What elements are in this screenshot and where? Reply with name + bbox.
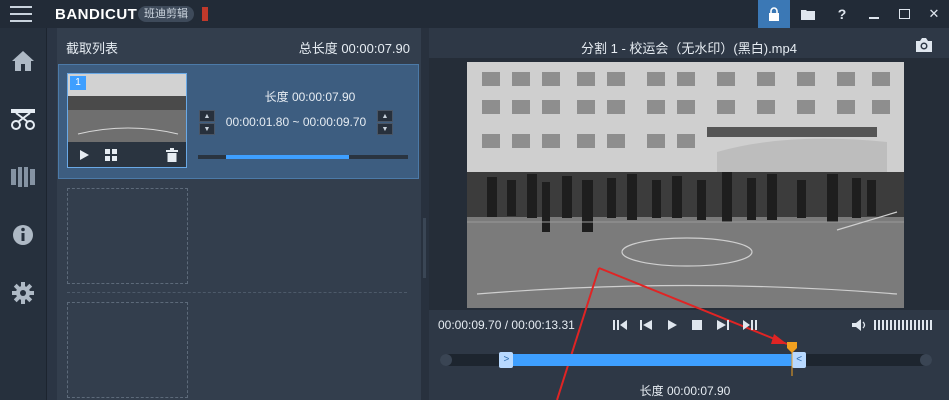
sidebar xyxy=(0,28,47,400)
clip-list-title: 截取列表 xyxy=(66,41,119,56)
maximize-icon xyxy=(898,9,910,19)
stop-icon[interactable] xyxy=(692,320,702,330)
camera-icon[interactable] xyxy=(914,37,934,53)
clip-range[interactable]: 00:00:01.80 ~ 00:00:09.70 xyxy=(217,111,375,133)
total-length: 总长度 00:00:07.90 xyxy=(298,41,410,56)
volume-icon[interactable] xyxy=(852,319,868,331)
start-up-button[interactable]: ▲ xyxy=(199,110,215,122)
skip-start-icon[interactable] xyxy=(613,319,627,331)
sidebar-item-settings[interactable] xyxy=(8,278,38,308)
segment-start-handle[interactable]: > xyxy=(499,352,514,368)
sidebar-item-split[interactable] xyxy=(8,162,38,192)
timeline-end-cap xyxy=(920,354,932,366)
info-icon xyxy=(13,225,33,245)
lock-icon xyxy=(769,7,779,21)
gear-icon xyxy=(12,282,34,304)
timeline-start-cap xyxy=(440,354,452,366)
play-icon[interactable] xyxy=(78,149,90,161)
play-button-icon[interactable] xyxy=(667,319,678,331)
menu-icon[interactable] xyxy=(10,6,32,22)
segment-length: 长度 00:00:07.90 xyxy=(639,384,731,398)
app-logo: BANDICUT xyxy=(55,6,138,23)
preview-file-title: 分割 1 - 校运会（无水印）(黑白).mp4 xyxy=(581,41,797,56)
playhead[interactable] xyxy=(786,342,798,376)
panel-splitter[interactable] xyxy=(421,28,429,400)
minimize-icon xyxy=(869,17,879,19)
clip-thumbnail[interactable]: 1 xyxy=(67,73,187,168)
grid-icon[interactable] xyxy=(105,149,117,161)
close-button[interactable]: ✕ xyxy=(922,0,946,28)
empty-clip-slot xyxy=(67,188,188,284)
maximize-button[interactable] xyxy=(892,0,916,28)
title-bar: BANDICUT 班迪剪辑 ? ✕ xyxy=(0,0,949,28)
end-up-button[interactable]: ▲ xyxy=(377,110,393,122)
minimize-button[interactable] xyxy=(862,0,886,28)
sidebar-item-cut[interactable] xyxy=(8,104,38,134)
time-readout: 00:00:09.70 / 00:00:13.31 xyxy=(438,318,575,332)
start-down-button[interactable]: ▼ xyxy=(199,123,215,135)
help-button[interactable]: ? xyxy=(830,0,854,28)
sidebar-item-info[interactable] xyxy=(8,220,38,250)
film-icon xyxy=(11,167,35,187)
skip-end-icon[interactable] xyxy=(743,319,757,331)
slot-divider xyxy=(67,292,407,293)
cut-icon xyxy=(11,109,35,130)
selected-segment xyxy=(506,354,800,366)
lock-button[interactable] xyxy=(758,0,790,28)
clip-index: 1 xyxy=(70,76,86,90)
empty-clip-slot xyxy=(67,302,188,398)
sidebar-item-home[interactable] xyxy=(8,46,38,76)
prev-frame-icon[interactable] xyxy=(640,319,652,331)
clip-length: 长度 00:00:07.90 xyxy=(264,90,356,104)
app-badge: 班迪剪辑 xyxy=(138,6,194,22)
folder-icon xyxy=(801,10,815,20)
clip-progress-fill xyxy=(226,155,349,159)
trash-icon[interactable] xyxy=(166,148,178,162)
recording-indicator xyxy=(202,7,208,21)
folder-button[interactable] xyxy=(794,0,822,28)
clip-progress-track xyxy=(198,155,408,159)
end-down-button[interactable]: ▼ xyxy=(377,123,393,135)
volume-slider[interactable] xyxy=(874,320,936,330)
next-frame-icon[interactable] xyxy=(717,319,729,331)
home-icon xyxy=(12,51,34,71)
